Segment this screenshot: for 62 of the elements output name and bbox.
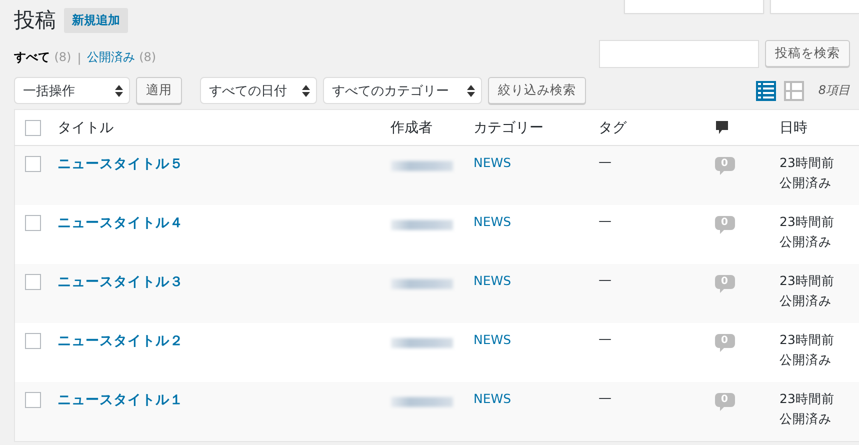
column-header[interactable]: タイトル [58, 120, 114, 136]
view-filter-link[interactable]: すべて (8) [14, 49, 72, 66]
post-title-link[interactable]: ニュースタイトル４ [58, 215, 184, 231]
status-text: 公開済み [780, 174, 832, 192]
apply-button[interactable]: 適用 [136, 77, 182, 104]
status-text: 公開済み [780, 233, 832, 251]
column-header[interactable]: 日時 [780, 120, 808, 136]
post-title-link[interactable]: ニュースタイトル５ [58, 156, 184, 172]
blurred-author-name [390, 338, 452, 348]
column-header: カテゴリー [474, 120, 544, 136]
row-checkbox[interactable] [25, 274, 41, 290]
row-checkbox[interactable] [25, 156, 41, 172]
view-filter-link[interactable]: 公開済み (8) [87, 49, 156, 66]
column-header: 作成者 [390, 120, 432, 136]
screen-options-button[interactable] [624, 0, 764, 14]
bulk-action-select[interactable]: 一括操作 [14, 77, 130, 104]
row-checkbox[interactable] [25, 333, 41, 349]
tags-cell: — [598, 155, 612, 170]
tags-cell: — [598, 273, 612, 288]
separator: | [77, 50, 82, 64]
post-title-link[interactable]: ニュースタイトル１ [58, 392, 184, 408]
row-checkbox[interactable] [25, 215, 41, 231]
category-link[interactable]: NEWS [474, 391, 512, 406]
help-button[interactable] [770, 0, 859, 14]
sort-arrows-icon [467, 84, 475, 96]
date-filter-select[interactable]: すべての日付 [200, 77, 317, 104]
status-text: 公開済み [780, 410, 832, 428]
tags-cell: — [598, 332, 612, 347]
tags-cell: — [598, 391, 612, 406]
category-link[interactable]: NEWS [474, 332, 512, 347]
blurred-author-name [390, 397, 452, 407]
date-text: 23時間前 [780, 331, 836, 349]
add-new-button[interactable]: 新規追加 [64, 8, 128, 32]
sort-arrows-icon [302, 84, 310, 96]
sort-arrows-icon [115, 84, 123, 96]
row-checkbox[interactable] [25, 392, 41, 408]
search-field[interactable] [599, 40, 759, 68]
item-count: 8項目 [818, 82, 850, 99]
column-header: タグ [598, 120, 626, 136]
date-text: 23時間前 [780, 390, 836, 408]
category-link[interactable]: NEWS [474, 155, 512, 170]
category-filter-select[interactable]: すべてのカテゴリー [323, 77, 482, 104]
page-title: 投稿 [14, 7, 56, 34]
excerpt-view-icon[interactable] [784, 80, 804, 100]
status-text: 公開済み [780, 292, 832, 310]
date-text: 23時間前 [780, 272, 836, 290]
blurred-author-name [390, 161, 452, 171]
select-all-checkbox[interactable] [25, 120, 41, 136]
date-text: 23時間前 [780, 154, 836, 172]
filter-button[interactable]: 絞り込み検索 [488, 77, 586, 104]
post-title-link[interactable]: ニュースタイトル３ [58, 274, 184, 290]
tags-cell: — [598, 214, 612, 229]
date-text: 23時間前 [780, 213, 836, 231]
category-link[interactable]: NEWS [474, 273, 512, 288]
blurred-author-name [390, 279, 452, 289]
comment-icon[interactable] [714, 120, 728, 136]
post-title-link[interactable]: ニュースタイトル２ [58, 333, 184, 349]
blurred-author-name [390, 220, 452, 230]
search-posts-button[interactable]: 投稿を検索 [765, 40, 850, 67]
list-view-icon[interactable] [756, 80, 776, 100]
status-text: 公開済み [780, 351, 832, 369]
category-link[interactable]: NEWS [474, 214, 512, 229]
